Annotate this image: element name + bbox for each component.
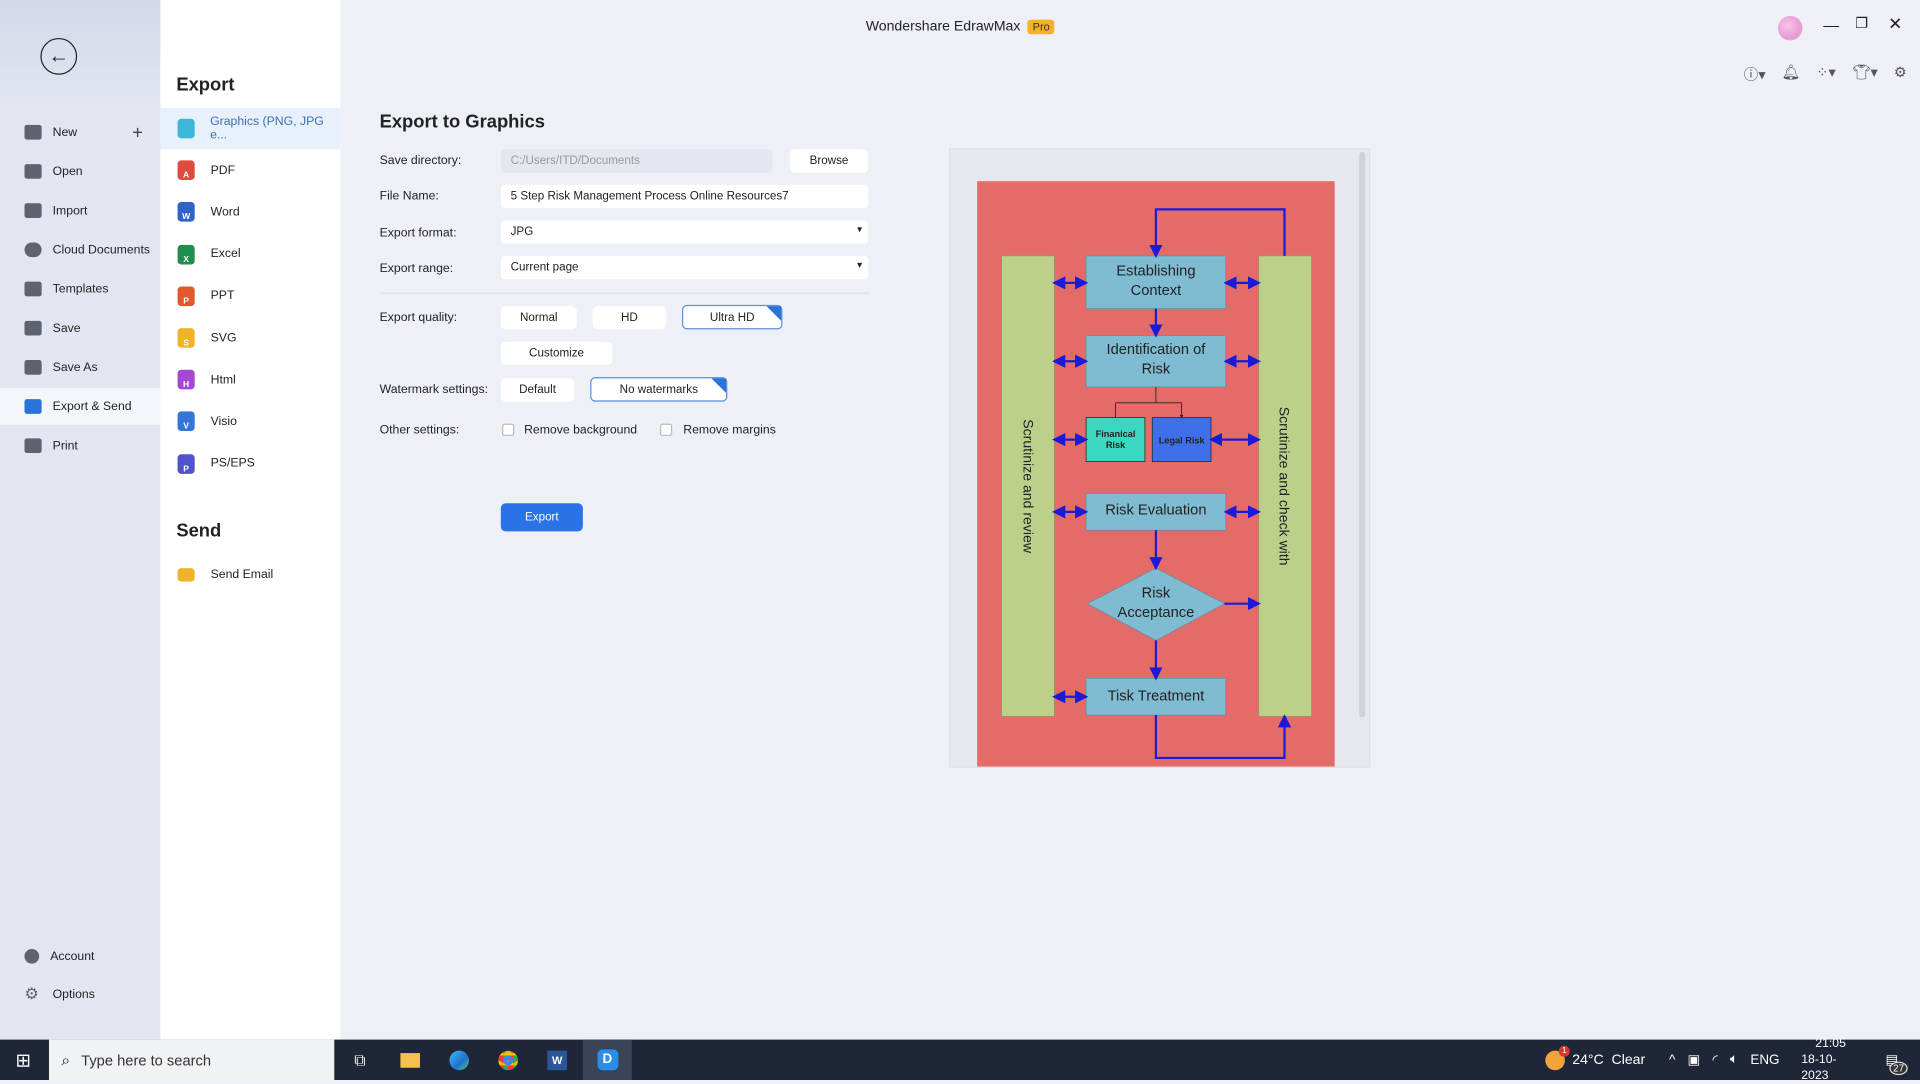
language-indicator[interactable]: ENG xyxy=(1750,1052,1779,1067)
label-context: Context xyxy=(1131,283,1182,299)
camera-icon[interactable]: ▣ xyxy=(1688,1052,1701,1068)
left-bar-label: Scrutinize and review xyxy=(1021,419,1037,554)
word-icon[interactable]: W xyxy=(544,1040,571,1080)
volume-icon[interactable]: 🔈︎ xyxy=(1730,1052,1738,1068)
label-acceptance-1: Risk xyxy=(1142,586,1171,602)
notifications-button[interactable]: ▤ 27 xyxy=(1878,1040,1908,1080)
weather-moon-icon: 1 xyxy=(1545,1045,1570,1070)
label-risk: Risk xyxy=(1142,361,1171,377)
label-establishing: Establishing xyxy=(1116,264,1195,280)
label-legal: Legal Risk xyxy=(1159,435,1206,445)
chevron-up-icon[interactable]: ^ xyxy=(1669,1052,1675,1067)
wifi-icon[interactable]: ◜ xyxy=(1713,1052,1718,1068)
label-financial: Finanical xyxy=(1096,429,1136,439)
search-icon: ⌕ xyxy=(61,1050,71,1069)
clock[interactable]: 21:05 18-10-2023 xyxy=(1801,1037,1860,1082)
label-identification: Identification of xyxy=(1107,342,1207,358)
edge-icon[interactable] xyxy=(446,1040,473,1080)
file-explorer-icon[interactable] xyxy=(397,1040,424,1080)
right-bar-label: Scrutinize and check with xyxy=(1277,407,1293,566)
edrawmax-taskbar-icon[interactable]: D xyxy=(582,1039,632,1081)
label-treatment: Tisk Treatment xyxy=(1108,688,1205,704)
weather-widget[interactable]: 1 24°C Clear xyxy=(1545,1040,1645,1080)
chrome-icon[interactable] xyxy=(495,1040,522,1080)
task-view-icon[interactable]: ⧉ xyxy=(347,1040,374,1080)
windows-start-button[interactable]: ⊞ xyxy=(0,1040,47,1080)
risk-diagram: Scrutinize and review Scrutinize and che… xyxy=(977,181,1335,767)
taskbar-search[interactable]: ⌕ Type here to search xyxy=(48,1039,335,1081)
label-evaluation: Risk Evaluation xyxy=(1105,502,1206,518)
taskbar: ⊞ ⌕ Type here to search ⧉ W D 1 24°C Clea… xyxy=(0,1037,1920,1082)
label-acceptance-2: Acceptance xyxy=(1118,605,1195,621)
label-financial-risk: Risk xyxy=(1106,440,1126,450)
